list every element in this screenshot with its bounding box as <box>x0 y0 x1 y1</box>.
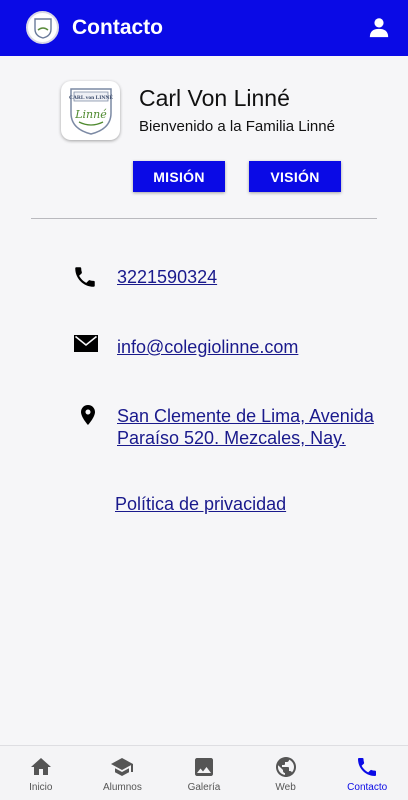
logo-script-text: Linné <box>74 108 107 121</box>
nav-label: Contacto <box>347 782 388 793</box>
address-line-2: Paraíso 520. Mezcales, Nay. <box>117 428 346 448</box>
school-name: Carl Von Linné <box>139 85 290 111</box>
address-link[interactable]: San Clemente de Lima, Avenida Paraíso 52… <box>117 405 374 449</box>
page-title: Contacto <box>72 16 163 39</box>
image-icon <box>194 758 213 776</box>
bottom-nav: Inicio Alumnos Galería Web Contacto <box>0 745 408 800</box>
globe-icon <box>275 757 296 777</box>
privacy-policy-link[interactable]: Política de privacidad <box>115 494 286 515</box>
envelope-icon <box>73 331 99 357</box>
nav-label: Web <box>275 782 296 793</box>
home-icon <box>30 758 51 775</box>
school-logo: CARL von LINNÉ Linné <box>61 81 120 140</box>
address-line-1: San Clemente de Lima, Avenida <box>117 406 374 426</box>
nav-label: Alumnos <box>102 782 142 793</box>
phone-icon <box>72 264 98 290</box>
nav-label: Inicio <box>29 782 53 793</box>
nav-label: Galería <box>187 782 221 793</box>
nav-item-web[interactable]: Web <box>245 746 327 800</box>
welcome-text: Bienvenido a la Familia Linné <box>139 118 335 135</box>
nav-item-contacto[interactable]: Contacto <box>326 746 408 800</box>
nav-item-galeria[interactable]: Galería <box>163 746 245 800</box>
app-bar: Contacto <box>0 0 408 56</box>
nav-item-alumnos[interactable]: Alumnos <box>82 746 164 800</box>
phone-icon <box>358 758 377 776</box>
logo-text-top: CARL von LINNÉ <box>68 93 112 101</box>
phone-link[interactable]: 3221590324 <box>117 266 217 288</box>
school-crest-icon[interactable] <box>26 11 59 44</box>
person-icon[interactable] <box>368 16 390 38</box>
location-pin-icon <box>76 402 102 428</box>
mision-button[interactable]: MISIÓN <box>133 161 225 192</box>
graduation-cap-icon <box>111 758 134 776</box>
email-link[interactable]: info@colegiolinne.com <box>117 336 298 358</box>
nav-item-inicio[interactable]: Inicio <box>0 746 82 800</box>
divider <box>31 218 377 219</box>
vision-button[interactable]: VISIÓN <box>249 161 341 192</box>
